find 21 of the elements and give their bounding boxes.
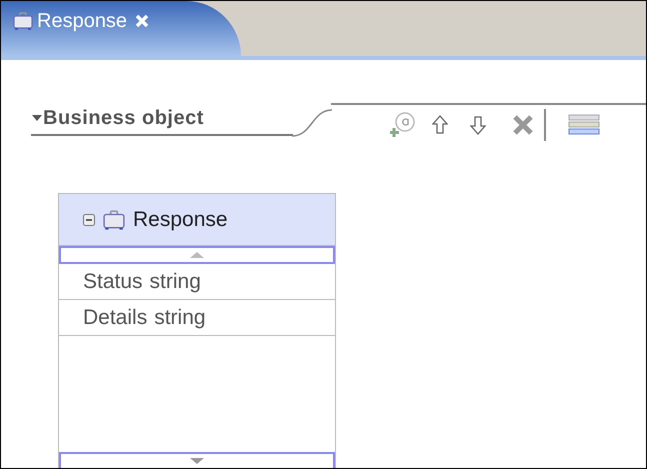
close-icon[interactable] <box>135 14 150 28</box>
briefcase-icon <box>13 12 33 30</box>
layout-icon[interactable] <box>568 114 600 136</box>
object-name: Response <box>133 206 228 233</box>
collapse-icon[interactable] <box>83 214 95 226</box>
attribute-name: Details <box>83 304 148 331</box>
delete-icon[interactable] <box>512 114 534 136</box>
attribute-type: string <box>154 304 206 331</box>
move-up-icon[interactable] <box>432 115 448 135</box>
attribute-name: Status <box>83 268 143 295</box>
scroll-down-button[interactable] <box>59 452 335 468</box>
section-title: Business object <box>43 106 204 131</box>
briefcase-icon <box>103 210 125 230</box>
down-arrow-icon <box>190 458 204 464</box>
move-down-icon[interactable] <box>470 115 486 135</box>
editor-tab[interactable]: Response <box>1 1 241 56</box>
tab-title: Response <box>37 8 128 34</box>
header-divider-curve <box>292 109 332 137</box>
up-arrow-icon <box>190 252 204 258</box>
scroll-up-button[interactable] <box>59 246 335 264</box>
attribute-type: string <box>150 268 201 295</box>
